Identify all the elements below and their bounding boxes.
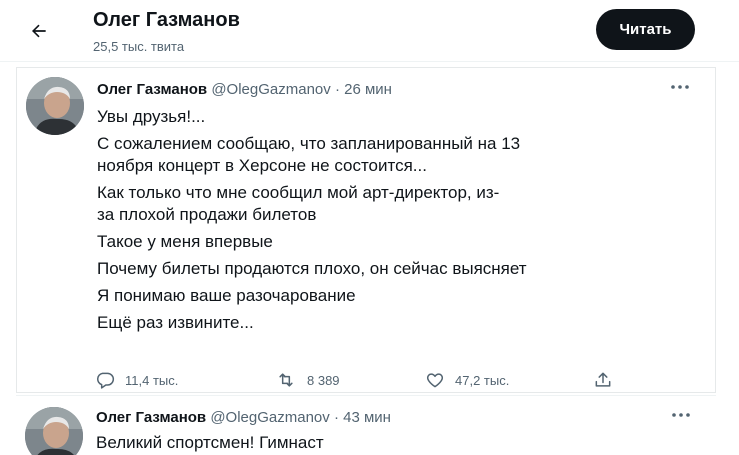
tweet-line: Почему билеты продаются плохо, он сейчас… <box>97 259 527 278</box>
heart-icon <box>426 373 444 388</box>
arrow-left-icon <box>32 24 46 38</box>
tweet-line: С сожалением сообщаю, что запланированны… <box>97 134 521 153</box>
reply-count: 11,4 тыс. <box>125 372 179 388</box>
reply-button[interactable]: 11,4 тыс. <box>95 370 178 390</box>
more-options-button[interactable] <box>668 406 694 424</box>
tweet-line: Такое у меня впервые <box>97 232 273 251</box>
back-button[interactable] <box>22 14 56 48</box>
reply-icon <box>97 372 115 389</box>
tweet-line: за плохой продажи билетов <box>97 205 317 224</box>
tweet[interactable]: Олег Газманов @OlegGazmanov · 26 мин Увы… <box>16 67 716 393</box>
author-handle[interactable]: @OlegGazmanov <box>211 81 330 98</box>
tweet[interactable]: Олег Газманов @OlegGazmanov · 43 мин Вел… <box>16 395 716 455</box>
avatar[interactable] <box>26 77 84 135</box>
tweet-actions: 11,4 тыс. 8 389 47,2 тыс. <box>95 370 615 394</box>
meta-separator: · <box>333 409 339 426</box>
tweet-text: Великий спортсмен! Гимнаст <box>96 432 324 455</box>
tweet-line: Ещё раз извините... <box>97 313 254 332</box>
share-icon <box>595 372 611 387</box>
author-name[interactable]: Олег Газманов <box>96 409 206 426</box>
tweet-line: Увы друзья!... <box>97 107 206 126</box>
tweet-line: Я понимаю ваше разочарование <box>97 286 356 305</box>
author-name[interactable]: Олег Газманов <box>97 81 207 98</box>
retweet-count: 8 389 <box>307 372 340 388</box>
retweet-icon <box>279 373 293 387</box>
meta-separator: · <box>334 81 340 98</box>
tweet-line: Великий спортсмен! Гимнаст <box>96 433 324 452</box>
like-button[interactable]: 47,2 тыс. <box>425 370 509 390</box>
tweet-line: Как только что мне сообщил мой арт-дирек… <box>97 183 500 202</box>
tweet-time[interactable]: 26 мин <box>344 81 392 98</box>
tweet-meta: Олег Газманов @OlegGazmanov · 26 мин <box>97 81 392 98</box>
profile-header: Олег Газманов 25,5 тыс. твита Читать <box>0 0 739 62</box>
tweet-line: ноября концерт в Херсоне не состоится... <box>97 156 427 175</box>
more-options-button[interactable] <box>667 78 693 96</box>
avatar[interactable] <box>25 407 83 455</box>
more-icon <box>671 85 689 89</box>
like-count: 47,2 тыс. <box>455 372 510 388</box>
tweet-meta: Олег Газманов @OlegGazmanov · 43 мин <box>96 409 391 426</box>
profile-title: Олег Газманов <box>93 9 240 31</box>
more-icon <box>672 413 690 417</box>
retweet-button[interactable]: 8 389 <box>275 370 340 390</box>
author-handle[interactable]: @OlegGazmanov <box>210 409 329 426</box>
tweet-count: 25,5 тыс. твита <box>93 39 185 54</box>
follow-button[interactable]: Читать <box>596 9 695 50</box>
tweet-time[interactable]: 43 мин <box>343 409 391 426</box>
tweet-text: Увы друзья!... С сожалением сообщаю, что… <box>97 106 527 339</box>
share-button[interactable] <box>593 370 613 390</box>
